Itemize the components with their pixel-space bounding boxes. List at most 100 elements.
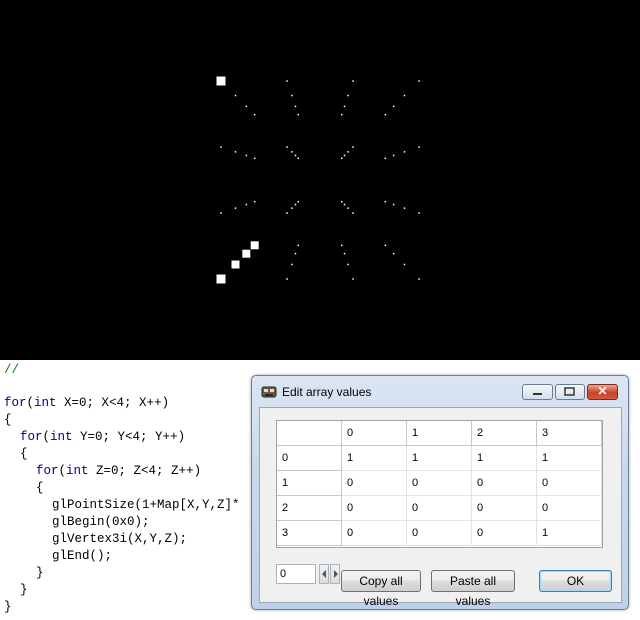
- code-text: Y=0; Y<4; Y++): [72, 430, 186, 444]
- gl-point: [291, 263, 293, 266]
- table-row: 0 1 1 1 1: [277, 446, 602, 471]
- grid-cell[interactable]: 0: [407, 471, 472, 496]
- spin-right-button[interactable]: [330, 564, 340, 584]
- app-icon: [261, 385, 277, 399]
- code-keyword: for: [36, 464, 59, 478]
- gl-point: [418, 212, 420, 214]
- arrow-right-icon: [334, 570, 338, 578]
- code-line: for(int Z=0; Z<4; Z++): [36, 463, 201, 480]
- gl-point: [286, 146, 288, 148]
- gl-point: [220, 146, 222, 148]
- gl-point: [245, 203, 248, 206]
- grid-cell[interactable]: 1: [342, 446, 407, 471]
- gl-point: [418, 278, 420, 280]
- gl-point: [403, 207, 406, 209]
- code-line: }: [4, 600, 12, 614]
- maximize-button[interactable]: [555, 384, 585, 400]
- code-text: Z=0; Z<4; Z++): [88, 464, 202, 478]
- paste-all-values-button[interactable]: Paste all values: [431, 570, 515, 608]
- spin-left-button[interactable]: [319, 564, 329, 584]
- grid-cell[interactable]: 0: [407, 521, 472, 546]
- minimize-button[interactable]: [522, 384, 553, 400]
- opengl-viewport[interactable]: [0, 0, 640, 360]
- arrow-left-icon: [322, 570, 326, 578]
- close-button[interactable]: ✕: [587, 384, 618, 400]
- minimize-icon: [533, 393, 542, 395]
- grid-row-header: 2: [277, 496, 342, 521]
- code-line: }: [36, 566, 44, 580]
- code-text: (: [42, 430, 51, 444]
- grid-cell[interactable]: 0: [472, 496, 537, 521]
- grid-cell[interactable]: 1: [472, 446, 537, 471]
- grid-column-header: 3: [537, 421, 602, 446]
- grid-cell[interactable]: 0: [537, 471, 602, 496]
- code-text: X=0; X<4; X++): [56, 396, 170, 410]
- ok-button[interactable]: OK: [539, 570, 612, 592]
- gl-point: [341, 244, 343, 247]
- code-text: (: [58, 464, 67, 478]
- gl-point: [291, 207, 293, 209]
- layer-spin-input[interactable]: 0: [276, 564, 316, 584]
- table-row: 2 0 0 0 0: [277, 496, 602, 521]
- gl-point: [291, 94, 293, 97]
- edit-array-dialog: Edit array values ✕ 0 1 2 3 0 1 1 1 1 1 …: [251, 375, 629, 610]
- table-row: 3 0 0 0 1: [277, 521, 602, 546]
- gl-point: [242, 249, 251, 258]
- gl-point: [294, 154, 297, 157]
- gl-point: [418, 146, 420, 148]
- point-cloud-render: [216, 76, 420, 284]
- gl-point: [384, 157, 387, 159]
- grid-cell[interactable]: 0: [342, 471, 407, 496]
- array-grid[interactable]: 0 1 2 3 0 1 1 1 1 1 0 0 0 0 2 0 0 0 0 3 …: [276, 420, 603, 548]
- grid-cell[interactable]: 0: [472, 471, 537, 496]
- close-icon: ✕: [597, 384, 608, 398]
- grid-column-header: 2: [472, 421, 537, 446]
- code-line: glPointSize(1+Map[X,Y,Z]*: [52, 498, 240, 512]
- gl-point: [352, 146, 354, 148]
- grid-header-row: 0 1 2 3: [277, 421, 602, 446]
- gl-point: [384, 201, 387, 203]
- grid-column-header: 1: [407, 421, 472, 446]
- dialog-body: 0 1 2 3 0 1 1 1 1 1 0 0 0 0 2 0 0 0 0 3 …: [259, 407, 622, 608]
- code-line: glVertex3i(X,Y,Z);: [52, 532, 188, 546]
- code-keyword: for: [4, 396, 27, 410]
- gl-point: [297, 201, 299, 203]
- gl-point: [297, 113, 299, 116]
- gl-point: [347, 263, 349, 266]
- grid-cell[interactable]: 1: [537, 446, 602, 471]
- gl-point: [253, 157, 256, 159]
- code-line: glEnd();: [52, 549, 113, 563]
- gl-point: [403, 94, 406, 97]
- gl-point: [384, 113, 387, 116]
- grid-cell[interactable]: 0: [342, 521, 407, 546]
- gl-point: [403, 263, 406, 266]
- gl-point: [234, 94, 237, 97]
- gl-point: [347, 151, 349, 153]
- gl-point: [343, 203, 346, 206]
- gl-point: [343, 252, 346, 255]
- code-keyword: int: [50, 430, 73, 444]
- copy-all-values-button[interactable]: Copy all values: [341, 570, 421, 608]
- gl-point: [297, 157, 299, 159]
- grid-cell[interactable]: 1: [537, 521, 602, 546]
- code-keyword: for: [20, 430, 43, 444]
- grid-cell[interactable]: 0: [342, 496, 407, 521]
- grid-row-header: 0: [277, 446, 342, 471]
- table-row: 1 0 0 0 0: [277, 471, 602, 496]
- grid-cell[interactable]: 0: [407, 496, 472, 521]
- gl-point: [286, 80, 288, 82]
- code-line: {: [36, 481, 44, 495]
- gl-point: [341, 157, 343, 159]
- grid-cell[interactable]: 1: [407, 446, 472, 471]
- gl-point: [384, 244, 387, 247]
- gl-point: [253, 201, 256, 203]
- gl-point: [341, 113, 343, 116]
- gl-point: [392, 252, 395, 255]
- grid-cell[interactable]: 0: [472, 521, 537, 546]
- code-line: }: [20, 583, 28, 597]
- gl-point: [234, 151, 237, 153]
- grid-corner-cell: [277, 421, 342, 446]
- code-comment: //: [4, 363, 20, 377]
- gl-point: [216, 274, 226, 284]
- grid-cell[interactable]: 0: [537, 496, 602, 521]
